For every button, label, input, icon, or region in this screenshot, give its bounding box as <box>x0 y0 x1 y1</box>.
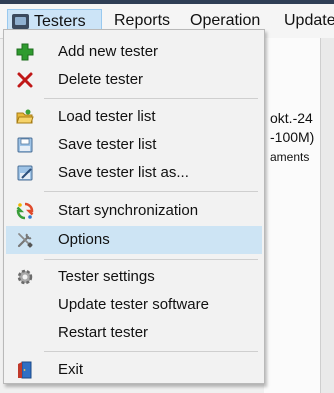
save-icon <box>17 137 33 153</box>
menu-item-label: Start synchronization <box>58 202 199 219</box>
menu-item-start-synchronization[interactable]: Start synchronization <box>6 197 262 225</box>
background-panel <box>264 38 334 393</box>
menu-item-load-tester-list[interactable]: Load tester list <box>6 103 262 131</box>
menu-item-label: Add new tester <box>58 43 159 60</box>
menu-item-label: Exit <box>58 361 84 378</box>
menu-item-label: Options <box>58 231 110 248</box>
save-as-icon <box>17 165 33 181</box>
menu-item-label: Save tester list <box>58 136 157 153</box>
background-text-1: okt.-24 <box>270 110 313 126</box>
exit-door-icon <box>18 361 32 379</box>
menu-separator <box>44 191 258 192</box>
scroll-strip <box>321 38 334 393</box>
menu-item-save-tester-list-as[interactable]: Save tester list as... <box>6 159 262 187</box>
menu-separator <box>44 259 258 260</box>
plus-icon <box>16 43 34 61</box>
menu-item-label: Restart tester <box>58 324 149 341</box>
menu-item-delete-tester[interactable]: Delete tester <box>6 66 262 94</box>
menu-item-exit[interactable]: Exit <box>6 356 262 384</box>
app-icon <box>12 14 29 29</box>
sync-icon <box>16 202 34 220</box>
menu-item-options[interactable]: Options <box>6 226 262 254</box>
menu-item-label: Save tester list as... <box>58 164 189 181</box>
menu-item-add-new-tester[interactable]: Add new tester <box>6 38 262 66</box>
folder-open-icon <box>16 109 34 124</box>
menu-update[interactable]: Update <box>284 9 334 33</box>
menu-separator <box>44 351 258 352</box>
x-icon <box>17 72 33 88</box>
menu-item-label: Delete tester <box>58 71 144 88</box>
menu-item-label: Tester settings <box>58 268 155 285</box>
menu-item-update-tester-software[interactable]: Update tester software <box>6 291 262 319</box>
testers-dropdown-menu: Add new tester Delete tester Load tester… <box>3 29 265 384</box>
gear-icon <box>17 269 33 285</box>
menu-separator <box>44 98 258 99</box>
background-text-2: -100M) <box>270 129 315 145</box>
tools-icon <box>17 233 33 248</box>
menu-item-label: Load tester list <box>58 108 156 125</box>
menu-item-restart-tester[interactable]: Restart tester <box>6 319 262 347</box>
menu-item-tester-settings[interactable]: Tester settings <box>6 263 262 291</box>
background-text-3: aments <box>270 150 310 164</box>
menu-item-label: Update tester software <box>58 296 209 313</box>
menu-item-save-tester-list[interactable]: Save tester list <box>6 131 262 159</box>
